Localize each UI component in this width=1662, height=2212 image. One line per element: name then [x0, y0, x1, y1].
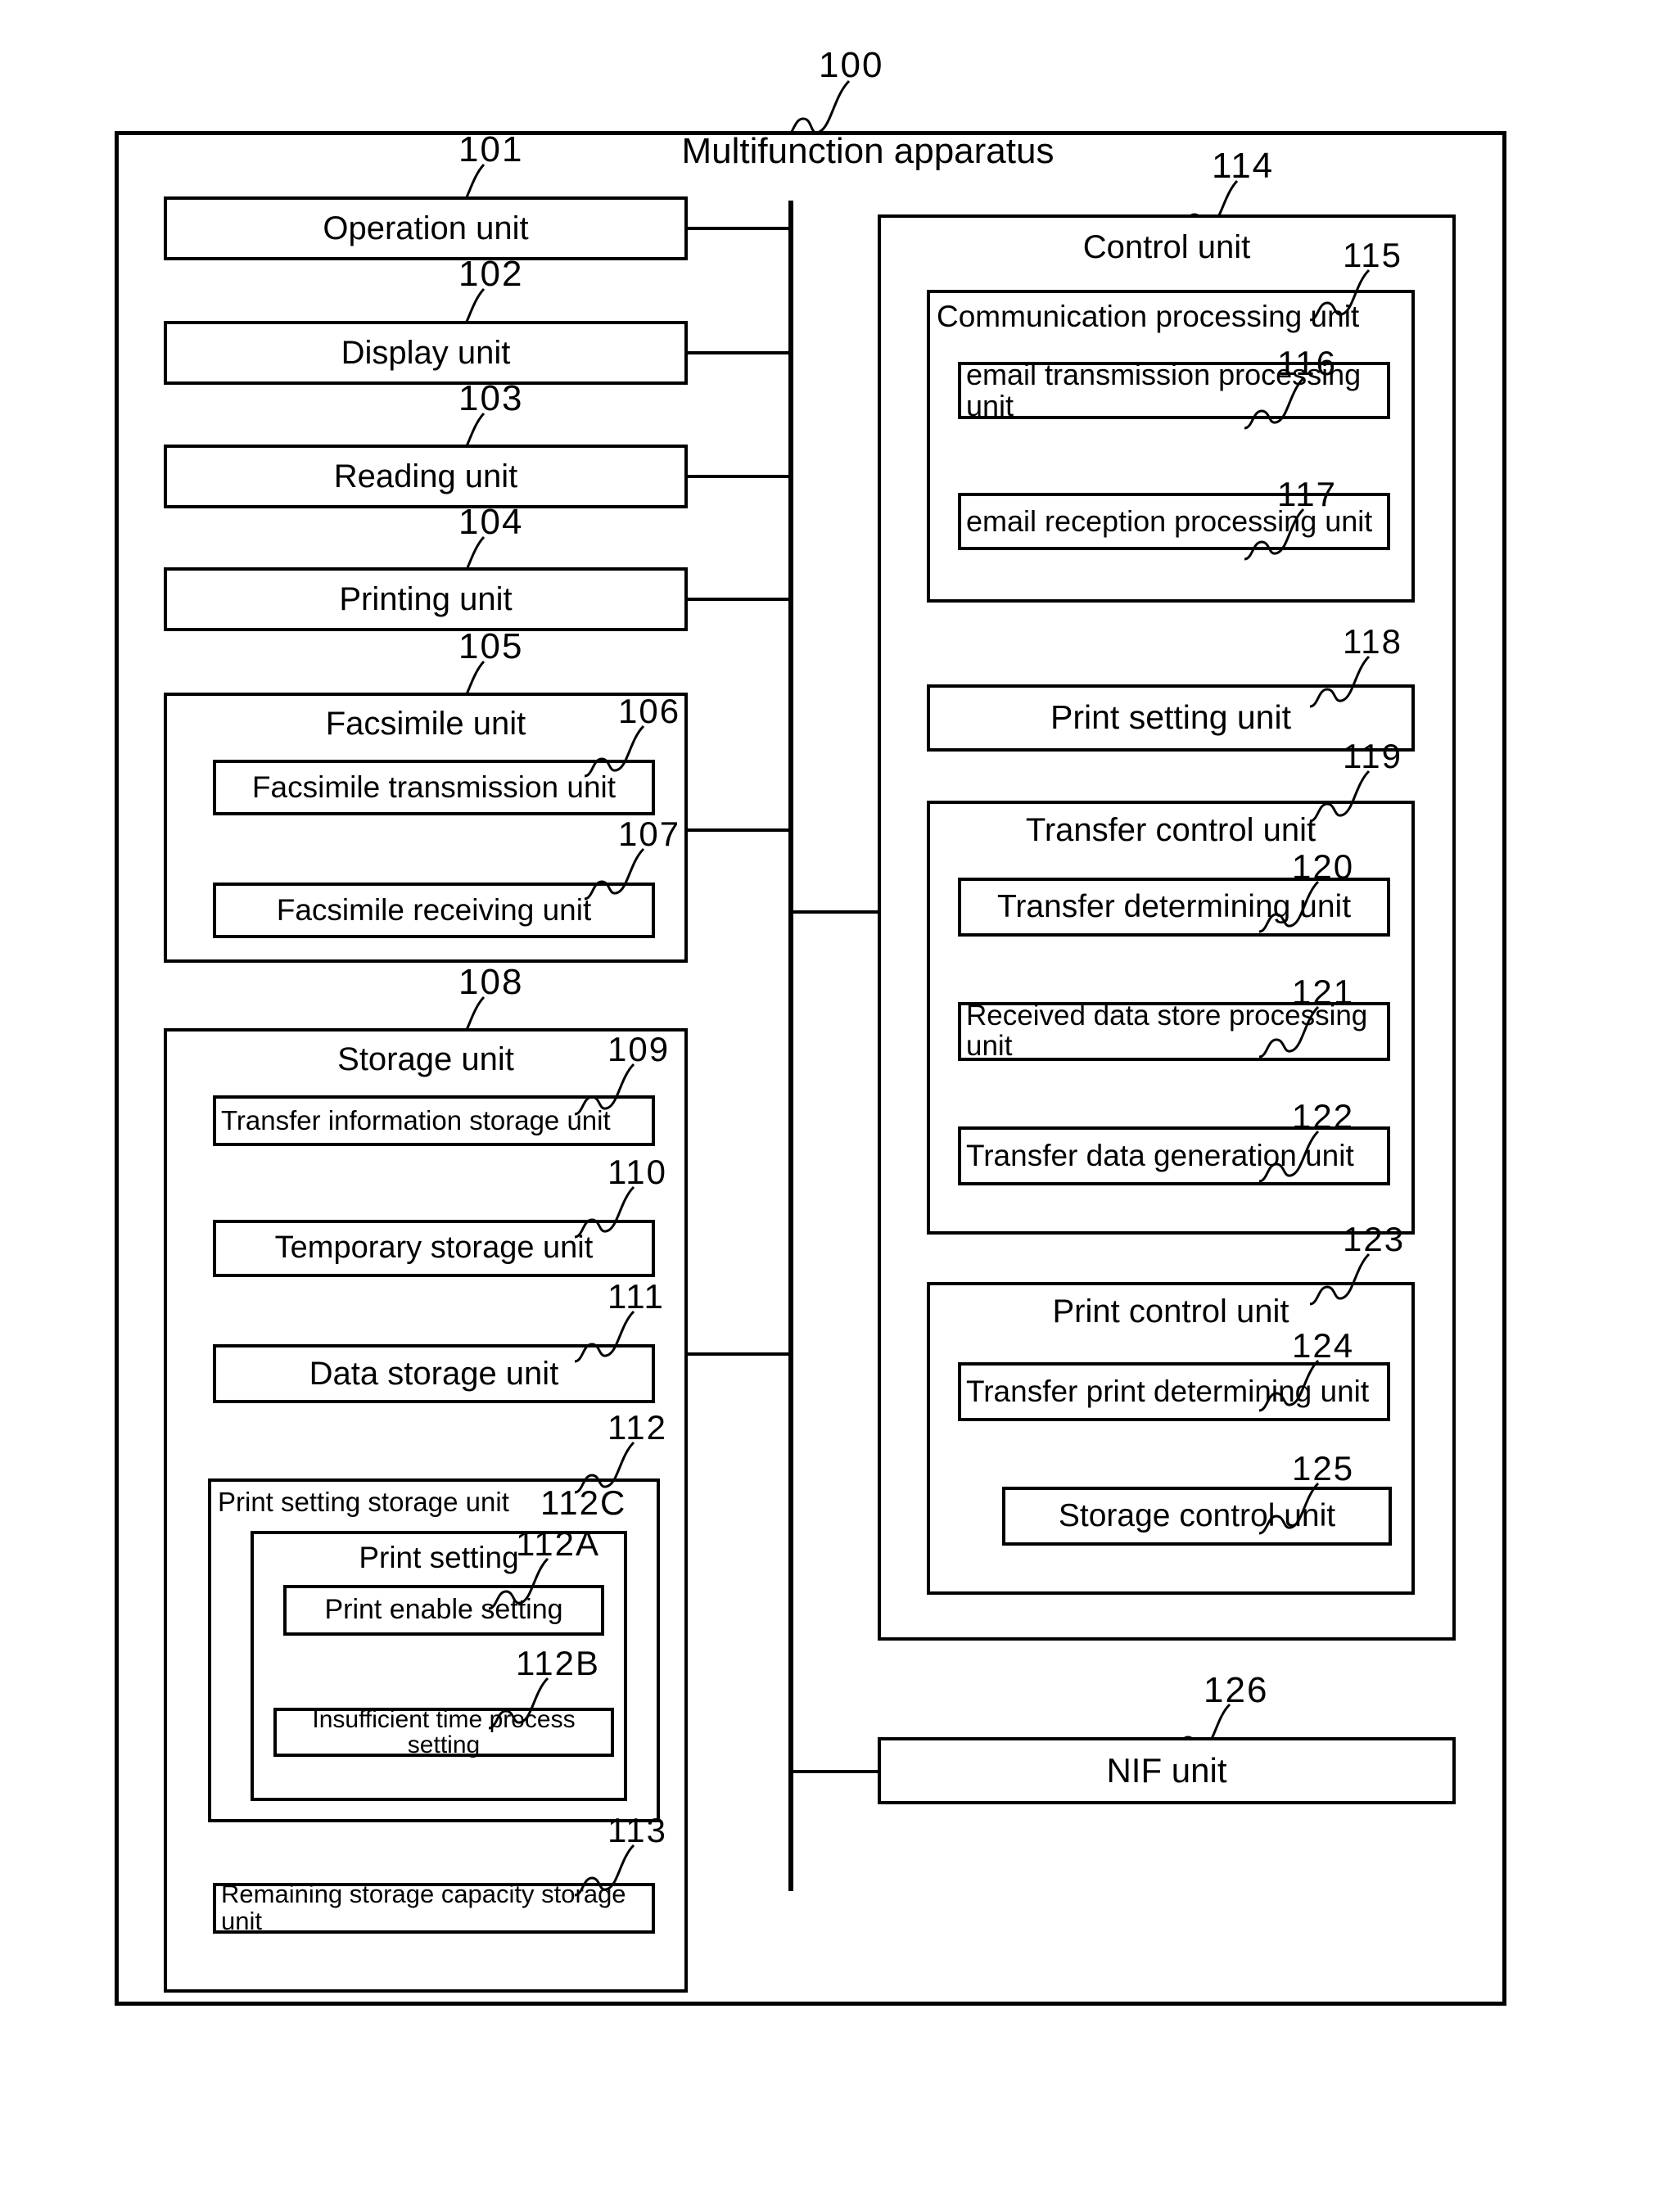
- ref-119: 119: [1343, 737, 1402, 775]
- facsimile-receiving-unit-box[interactable]: Facsimile receiving unit: [213, 883, 655, 938]
- transfer-control-unit-label: Transfer control unit: [1025, 812, 1317, 848]
- ref-120: 120: [1292, 847, 1355, 886]
- insufficient-time-process-setting-label: Insufficient time process setting: [312, 1705, 576, 1758]
- reading-unit-label: Reading unit: [333, 458, 518, 494]
- system-bus-line: [788, 201, 793, 1891]
- remaining-storage-capacity-storage-unit-label: Remaining storage capacity storage unit: [221, 1880, 626, 1935]
- ref-107: 107: [618, 815, 681, 853]
- communication-processing-unit-group[interactable]: Communication processing unit email tran…: [927, 290, 1415, 603]
- ref-126: 126: [1204, 1670, 1269, 1710]
- storage-control-unit-box[interactable]: Storage control unit: [1002, 1487, 1392, 1546]
- ref-112: 112: [607, 1408, 667, 1447]
- figure-canvas: 100 Multifunction apparatus 101 Operatio…: [0, 0, 1662, 2212]
- print-enable-setting-label: Print enable setting: [324, 1594, 563, 1626]
- apparatus-title: Multifunction apparatus: [681, 131, 1055, 171]
- ref-112B: 112B: [516, 1644, 600, 1682]
- transfer-data-generation-unit-label: Transfer data generation unit: [966, 1138, 1354, 1172]
- bus-stub-facsimile: [688, 828, 793, 832]
- transfer-information-storage-unit-box[interactable]: Transfer information storage unit: [213, 1095, 655, 1146]
- bus-stub-control-unit: [788, 910, 878, 914]
- facsimile-transmission-unit-label: Facsimile transmission unit: [251, 770, 616, 804]
- communication-processing-unit-label: Communication processing unit: [937, 300, 1360, 333]
- bus-stub-nif-unit: [788, 1770, 878, 1773]
- printing-unit-box[interactable]: Printing unit: [164, 567, 688, 631]
- data-storage-unit-box[interactable]: Data storage unit: [213, 1344, 655, 1403]
- print-enable-setting-box[interactable]: Print enable setting: [283, 1585, 604, 1636]
- ref-117: 117: [1277, 475, 1337, 513]
- ref-108: 108: [458, 962, 524, 1002]
- nif-unit-box[interactable]: NIF unit: [878, 1737, 1456, 1804]
- ref-123: 123: [1343, 1220, 1406, 1258]
- ref-113: 113: [607, 1811, 667, 1849]
- control-unit-group[interactable]: Control unit Communication processing un…: [878, 214, 1456, 1641]
- storage-control-unit-label: Storage control unit: [1058, 1497, 1336, 1533]
- bus-stub-display: [688, 351, 793, 354]
- bus-stub-operation: [688, 227, 793, 230]
- nif-unit-label: NIF unit: [1106, 1750, 1227, 1790]
- facsimile-receiving-unit-label: Facsimile receiving unit: [276, 892, 592, 927]
- facsimile-transmission-unit-box[interactable]: Facsimile transmission unit: [213, 760, 655, 815]
- ref-104: 104: [458, 502, 524, 542]
- ref-106: 106: [618, 692, 681, 730]
- transfer-information-storage-unit-label: Transfer information storage unit: [221, 1104, 611, 1135]
- operation-unit-box[interactable]: Operation unit: [164, 196, 688, 260]
- ref-124: 124: [1292, 1326, 1355, 1365]
- temporary-storage-unit-box[interactable]: Temporary storage unit: [213, 1220, 655, 1277]
- ref-103: 103: [458, 378, 524, 418]
- bus-stub-storage: [688, 1352, 793, 1356]
- print-control-unit-label: Print control unit: [1052, 1293, 1289, 1329]
- reading-unit-box[interactable]: Reading unit: [164, 445, 688, 508]
- ref-112A: 112A: [516, 1524, 600, 1563]
- display-unit-box[interactable]: Display unit: [164, 321, 688, 385]
- ref-101: 101: [458, 129, 524, 169]
- printing-unit-label: Printing unit: [339, 581, 513, 617]
- temporary-storage-unit-label: Temporary storage unit: [274, 1230, 594, 1266]
- ref-105: 105: [458, 626, 524, 666]
- ref-110: 110: [607, 1153, 667, 1191]
- insufficient-time-process-setting-box[interactable]: Insufficient time process setting: [273, 1705, 614, 1758]
- print-setting-unit-box[interactable]: Print setting unit: [927, 684, 1415, 752]
- ref-102: 102: [458, 254, 524, 294]
- transfer-determining-unit-label: Transfer determining unit: [996, 888, 1352, 924]
- ref-112C: 112C: [540, 1483, 627, 1522]
- ref-100: 100: [819, 45, 884, 85]
- ref-121: 121: [1292, 973, 1355, 1011]
- transfer-print-determining-unit-box[interactable]: Transfer print determining unit: [958, 1362, 1390, 1421]
- print-setting-unit-label: Print setting unit: [1050, 698, 1291, 737]
- ref-111: 111: [607, 1277, 665, 1316]
- ref-115: 115: [1343, 236, 1402, 274]
- remaining-storage-capacity-storage-unit-box[interactable]: Remaining storage capacity storage unit: [213, 1880, 655, 1935]
- ref-114: 114: [1212, 146, 1275, 186]
- operation-unit-label: Operation unit: [323, 210, 529, 246]
- ref-122: 122: [1292, 1097, 1355, 1135]
- display-unit-label: Display unit: [341, 335, 511, 371]
- facsimile-unit-group[interactable]: Facsimile unit Facsimile transmission un…: [164, 693, 688, 963]
- ref-109: 109: [607, 1030, 671, 1068]
- transfer-print-determining-unit-label: Transfer print determining unit: [966, 1374, 1370, 1408]
- bus-stub-reading: [688, 475, 793, 478]
- ref-125: 125: [1292, 1449, 1355, 1487]
- ref-118: 118: [1343, 622, 1402, 661]
- ref-116: 116: [1277, 344, 1337, 382]
- facsimile-unit-label: Facsimile unit: [325, 706, 526, 742]
- data-storage-unit-label: Data storage unit: [309, 1356, 559, 1392]
- bus-stub-printing: [688, 598, 793, 601]
